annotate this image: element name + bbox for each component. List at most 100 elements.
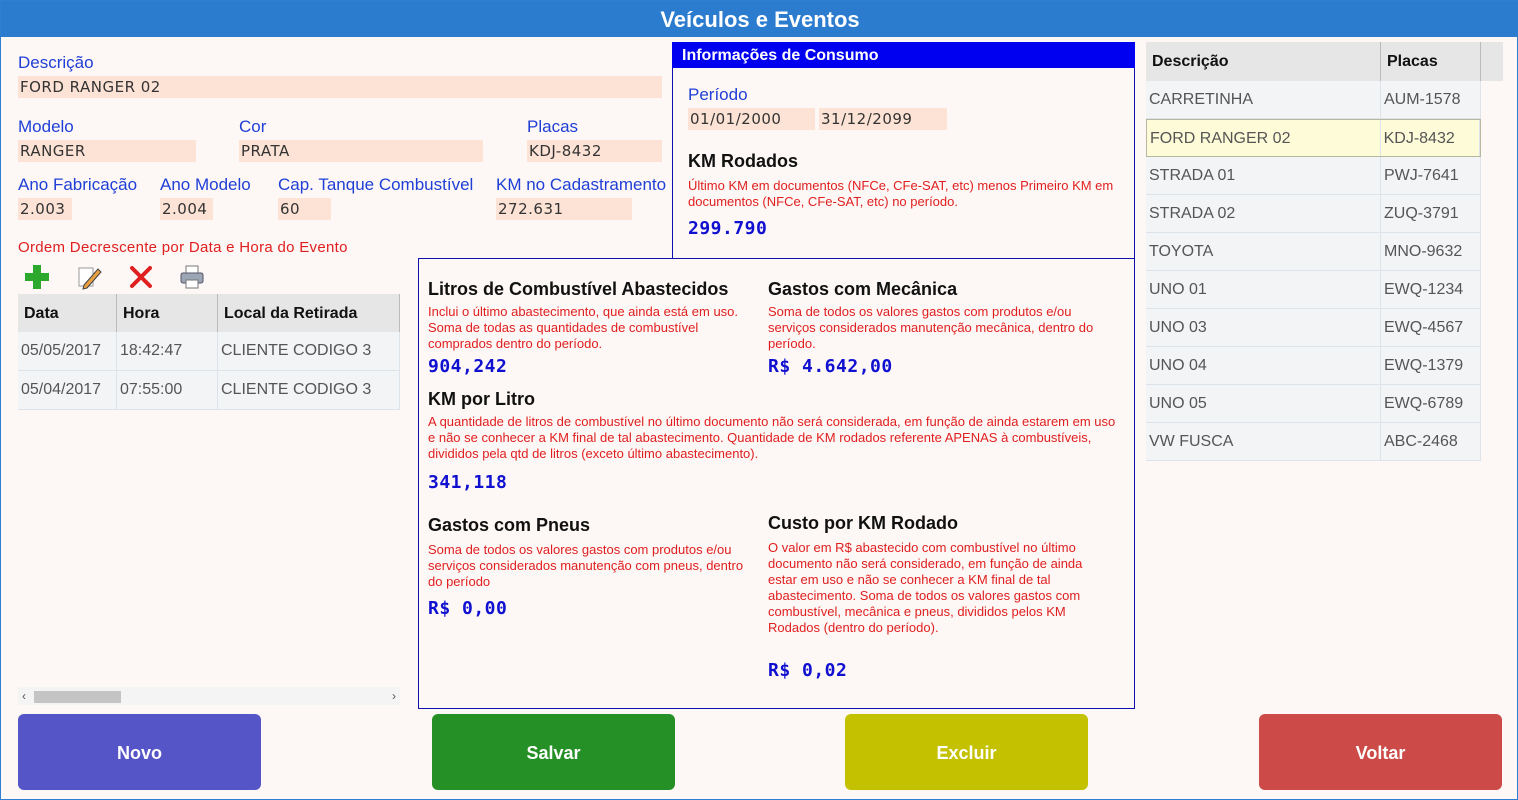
cor-label: Cor — [239, 117, 267, 136]
cell-placas: EWQ-1234 — [1381, 271, 1481, 308]
table-row[interactable]: UNO 05 EWQ-6789 — [1146, 385, 1481, 423]
ano-modelo-label: Ano Modelo — [160, 175, 251, 194]
km-rodados-title: KM Rodados — [688, 151, 798, 171]
consumo-title: Informações de Consumo — [672, 42, 1135, 68]
cell-data: 05/04/2017 — [18, 371, 117, 409]
placas-field[interactable]: KDJ-8432 — [527, 140, 662, 162]
table-row[interactable]: UNO 01 EWQ-1234 — [1146, 271, 1481, 309]
pneus-desc: Soma de todos os valores gastos com prod… — [428, 542, 744, 589]
cell-local: CLIENTE CODIGO 3 — [218, 371, 400, 409]
table-row[interactable]: STRADA 02 ZUQ-3791 — [1146, 195, 1481, 233]
custo-km-value: R$ 0,02 — [768, 660, 848, 681]
cell-placas: ZUQ-3791 — [1381, 195, 1481, 232]
cell-placas: PWJ-7641 — [1381, 157, 1481, 194]
cell-placas: AUM-1578 — [1381, 81, 1481, 118]
col-header-data[interactable]: Data — [18, 294, 117, 332]
salvar-button[interactable]: Salvar — [432, 714, 675, 790]
cell-hora: 18:42:47 — [117, 332, 218, 370]
ano-fabricacao-label: Ano Fabricação — [18, 175, 138, 194]
delete-icon[interactable] — [127, 263, 155, 291]
cell-local: CLIENTE CODIGO 3 — [218, 332, 400, 370]
vehicles-table: Descrição Placas CARRETINHA AUM-1578 FORD … — [1146, 42, 1503, 461]
table-row[interactable]: UNO 04 EWQ-1379 — [1146, 347, 1481, 385]
events-order-label: Ordem Decrescente por Data e Hora do Eve… — [18, 239, 348, 256]
cor-field[interactable]: PRATA — [239, 140, 483, 162]
cell-descricao: CARRETINHA — [1146, 81, 1381, 118]
periodo-inicio-field[interactable]: 01/01/2000 — [688, 108, 815, 130]
add-icon[interactable] — [23, 263, 51, 291]
cell-descricao: TOYOTA — [1146, 233, 1381, 270]
table-row[interactable]: CARRETINHA AUM-1578 — [1146, 81, 1481, 119]
table-row[interactable]: STRADA 01 PWJ-7641 — [1146, 157, 1481, 195]
header-spacer — [1481, 42, 1503, 81]
ano-modelo-field[interactable]: 2.004 — [160, 198, 213, 220]
cell-descricao: FORD RANGER 02 — [1147, 120, 1381, 156]
print-icon[interactable] — [178, 263, 206, 291]
col-header-descricao[interactable]: Descrição — [1146, 42, 1381, 81]
cell-placas: EWQ-4567 — [1381, 309, 1481, 346]
litros-desc: Inclui o último abastecimento, que ainda… — [428, 304, 739, 351]
cell-placas: EWQ-6789 — [1381, 385, 1481, 422]
events-table: Data Hora Local da Retirada 05/05/2017 1… — [18, 294, 400, 410]
edit-icon[interactable] — [76, 263, 104, 291]
table-row[interactable]: 05/05/2017 18:42:47 CLIENTE CODIGO 3 — [18, 332, 400, 371]
scrollbar-thumb[interactable] — [34, 691, 121, 703]
cell-descricao: STRADA 02 — [1146, 195, 1381, 232]
km-cadastramento-label: KM no Cadastramento — [496, 175, 667, 194]
cell-placas: EWQ-1379 — [1381, 347, 1481, 384]
cell-placas: KDJ-8432 — [1381, 120, 1480, 156]
events-table-header: Data Hora Local da Retirada — [18, 294, 400, 332]
km-rodados-desc: Último KM em documentos (NFCe, CFe-SAT, … — [688, 178, 1114, 209]
cap-tanque-label: Cap. Tanque Combustível — [278, 175, 474, 194]
cell-descricao: UNO 03 — [1146, 309, 1381, 346]
table-row[interactable]: TOYOTA MNO-9632 — [1146, 233, 1481, 271]
modelo-field[interactable]: RANGER — [18, 140, 196, 162]
km-cadastramento-field[interactable]: 272.631 — [496, 198, 632, 220]
col-header-placas[interactable]: Placas — [1381, 42, 1481, 81]
cell-descricao: UNO 05 — [1146, 385, 1381, 422]
ano-fabricacao-field[interactable]: 2.003 — [18, 198, 72, 220]
mecanica-value: R$ 4.642,00 — [768, 356, 893, 377]
cell-hora: 07:55:00 — [117, 371, 218, 409]
km-litro-value: 341,118 — [428, 472, 508, 493]
periodo-fim-field[interactable]: 31/12/2099 — [819, 108, 947, 130]
cell-descricao: STRADA 01 — [1146, 157, 1381, 194]
vehicles-table-header: Descrição Placas — [1146, 42, 1503, 81]
modelo-label: Modelo — [18, 117, 74, 136]
km-litro-title: KM por Litro — [428, 389, 535, 409]
periodo-label: Período — [688, 85, 748, 104]
cell-placas: ABC-2468 — [1381, 423, 1481, 460]
litros-title: Litros de Combustível Abastecidos — [428, 279, 729, 299]
placas-label: Placas — [527, 117, 579, 136]
col-header-local[interactable]: Local da Retirada — [218, 294, 400, 332]
novo-button[interactable]: Novo — [18, 714, 261, 790]
table-row[interactable]: UNO 03 EWQ-4567 — [1146, 309, 1481, 347]
scroll-left-icon[interactable]: ‹ — [22, 687, 26, 705]
pneus-title: Gastos com Pneus — [428, 515, 591, 535]
litros-value: 904,242 — [428, 356, 508, 377]
cell-descricao: UNO 04 — [1146, 347, 1381, 384]
scroll-right-icon[interactable]: › — [392, 687, 396, 705]
table-row[interactable]: VW FUSCA ABC-2468 — [1146, 423, 1481, 461]
horizontal-scrollbar[interactable]: ‹ › — [18, 687, 400, 705]
table-row[interactable]: FORD RANGER 02 KDJ-8432 — [1146, 119, 1481, 157]
pneus-value: R$ 0,00 — [428, 598, 508, 619]
cap-tanque-field[interactable]: 60 — [278, 198, 331, 220]
descricao-label: Descrição — [18, 53, 94, 72]
mecanica-title: Gastos com Mecânica — [768, 279, 958, 299]
cell-descricao: VW FUSCA — [1146, 423, 1381, 460]
custo-km-desc: O valor em R$ abastecido com combustível… — [768, 540, 1083, 635]
descricao-field[interactable]: FORD RANGER 02 — [18, 76, 662, 98]
vehicles-table-body: CARRETINHA AUM-1578 FORD RANGER 02 KDJ-8432… — [1146, 81, 1503, 461]
km-litro-desc: A quantidade de litros de combustível no… — [428, 414, 1116, 461]
voltar-button[interactable]: Voltar — [1259, 714, 1502, 790]
table-row[interactable]: 05/04/2017 07:55:00 CLIENTE CODIGO 3 — [18, 371, 400, 410]
excluir-button[interactable]: Excluir — [845, 714, 1088, 790]
window-title: Veículos e Eventos — [1, 1, 1518, 37]
mecanica-desc: Soma de todos os valores gastos com prod… — [768, 304, 1094, 351]
cell-placas: MNO-9632 — [1381, 233, 1481, 270]
col-header-hora[interactable]: Hora — [117, 294, 218, 332]
custo-km-title: Custo por KM Rodado — [768, 513, 958, 533]
km-rodados-value: 299.790 — [688, 218, 768, 239]
cell-data: 05/05/2017 — [18, 332, 117, 370]
